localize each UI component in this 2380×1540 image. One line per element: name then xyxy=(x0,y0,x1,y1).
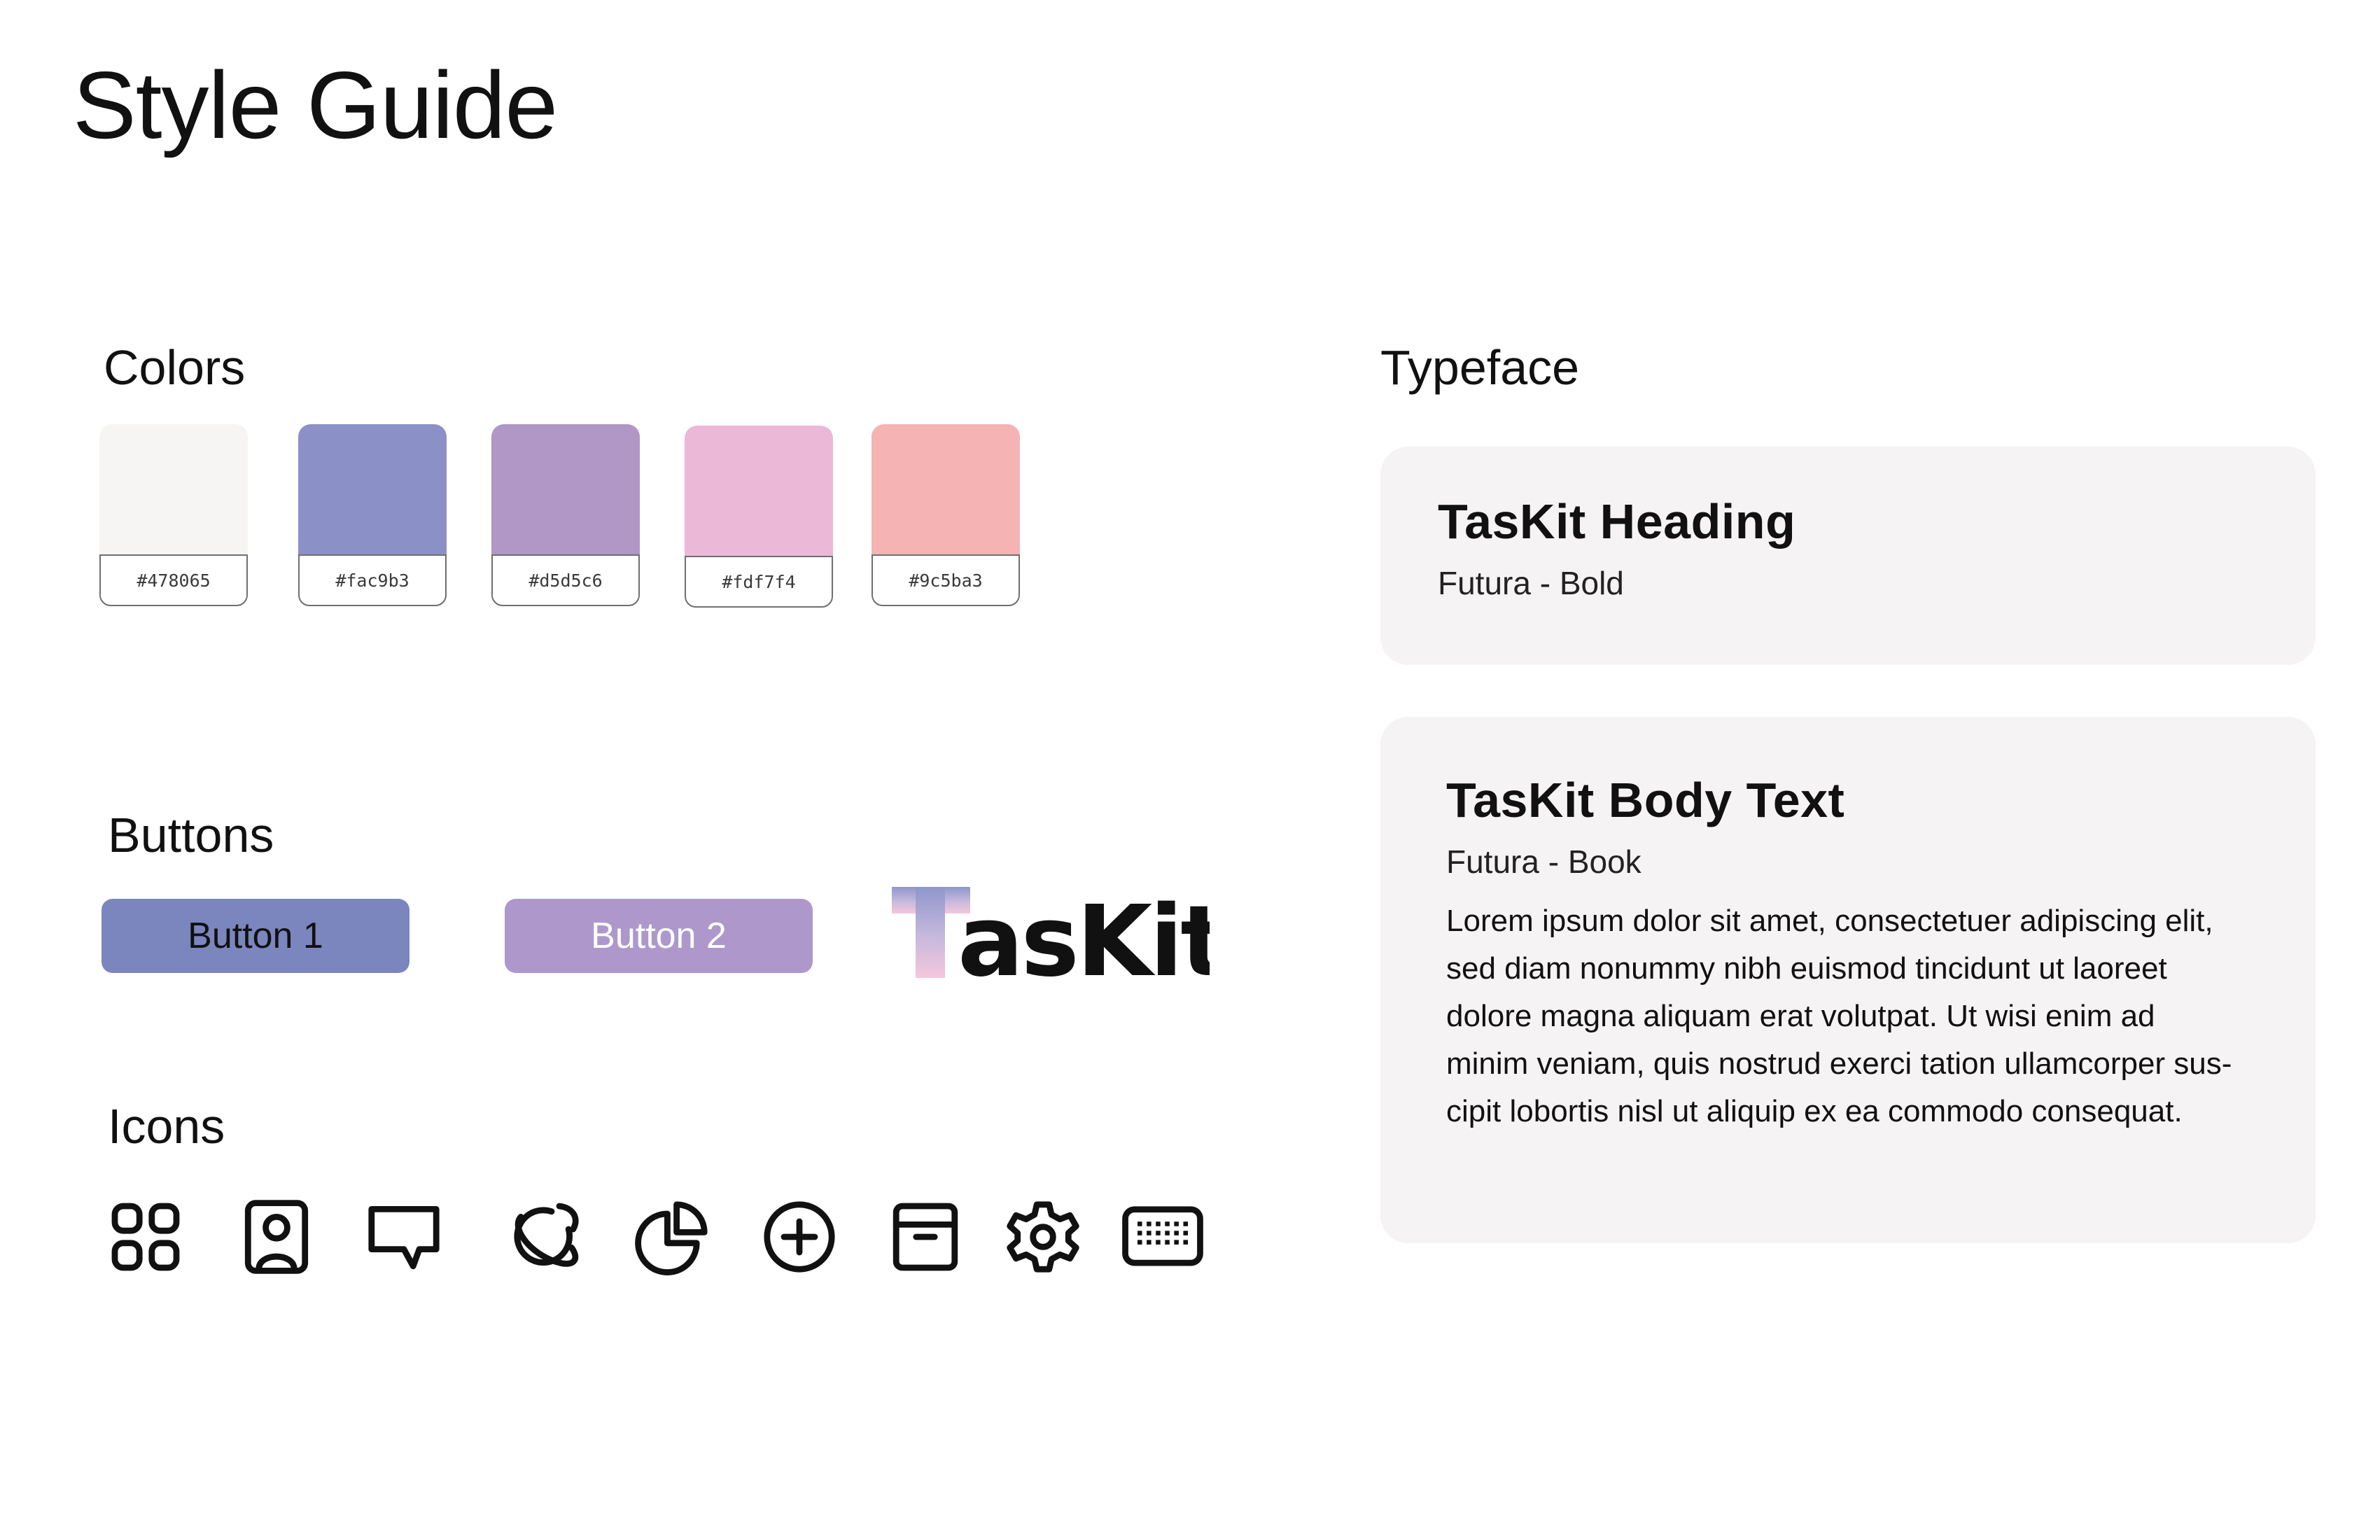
buttons-section-title: Buttons xyxy=(108,808,274,862)
taskit-logo: asKit xyxy=(892,885,1210,983)
add-circle-icon[interactable] xyxy=(761,1198,838,1275)
icons-section-title: Icons xyxy=(108,1099,225,1154)
color-hex-label: #d5d5c6 xyxy=(491,554,640,606)
chat-bubble-icon[interactable] xyxy=(365,1198,442,1275)
body-text-line: minim veniam, quis nostrud exerci tation… xyxy=(1446,1046,2232,1081)
heading-font-card: TasKit Heading Futura - Bold xyxy=(1380,447,2316,665)
heading-font-sample: TasKit Heading xyxy=(1438,494,1796,549)
color-hex-label: #478065 xyxy=(99,554,248,606)
page-title: Style Guide xyxy=(73,52,558,158)
color-swatch: #d5d5c6 xyxy=(491,424,640,608)
logo-text: asKit xyxy=(958,885,1210,983)
body-text-line: Lorem ipsum dolor sit amet, consectetuer… xyxy=(1446,904,2213,938)
keyboard-icon[interactable] xyxy=(1121,1198,1205,1275)
color-hex-label: #9c5ba3 xyxy=(872,554,1020,606)
archive-box-icon[interactable] xyxy=(887,1198,964,1275)
body-text-line: sed diam nonummy nibh euismod tincidunt … xyxy=(1446,951,2167,986)
color-chip xyxy=(685,426,833,563)
body-text-line: dolore magna aliquam erat volutpat. Ut w… xyxy=(1446,999,2155,1033)
color-swatch: #fdf7f4 xyxy=(685,426,833,609)
button-2[interactable]: Button 2 xyxy=(505,899,813,973)
body-font-card: TasKit Body Text Futura - Book Lorem ips… xyxy=(1380,717,2316,1243)
color-swatch: #fac9b3 xyxy=(298,424,447,608)
pie-chart-icon[interactable] xyxy=(634,1198,710,1275)
body-font-name: Futura - Book xyxy=(1446,844,1642,880)
heading-font-name: Futura - Bold xyxy=(1438,565,1624,601)
color-swatch: #478065 xyxy=(99,424,248,608)
color-chip xyxy=(99,424,248,561)
colors-section-title: Colors xyxy=(104,340,246,395)
color-chip xyxy=(872,424,1020,561)
body-text-line: cipit lobortis nisl ut aliquip ex ea com… xyxy=(1446,1094,2183,1128)
color-swatch: #9c5ba3 xyxy=(872,424,1020,608)
body-font-sample-heading: TasKit Body Text xyxy=(1446,773,1845,827)
color-hex-label: #fdf7f4 xyxy=(685,556,833,608)
body-font-sample-text: Lorem ipsum dolor sit amet, consectetuer… xyxy=(1446,897,2286,1135)
settings-gear-icon[interactable] xyxy=(1004,1198,1082,1275)
profile-card-icon[interactable] xyxy=(238,1198,315,1275)
planet-icon[interactable] xyxy=(505,1198,582,1275)
color-hex-label: #fac9b3 xyxy=(298,554,447,606)
grid-icon[interactable] xyxy=(107,1198,184,1275)
color-chip xyxy=(491,424,640,561)
color-chip xyxy=(298,424,447,561)
button-1[interactable]: Button 1 xyxy=(102,899,410,973)
typeface-section-title: Typeface xyxy=(1380,340,1580,395)
